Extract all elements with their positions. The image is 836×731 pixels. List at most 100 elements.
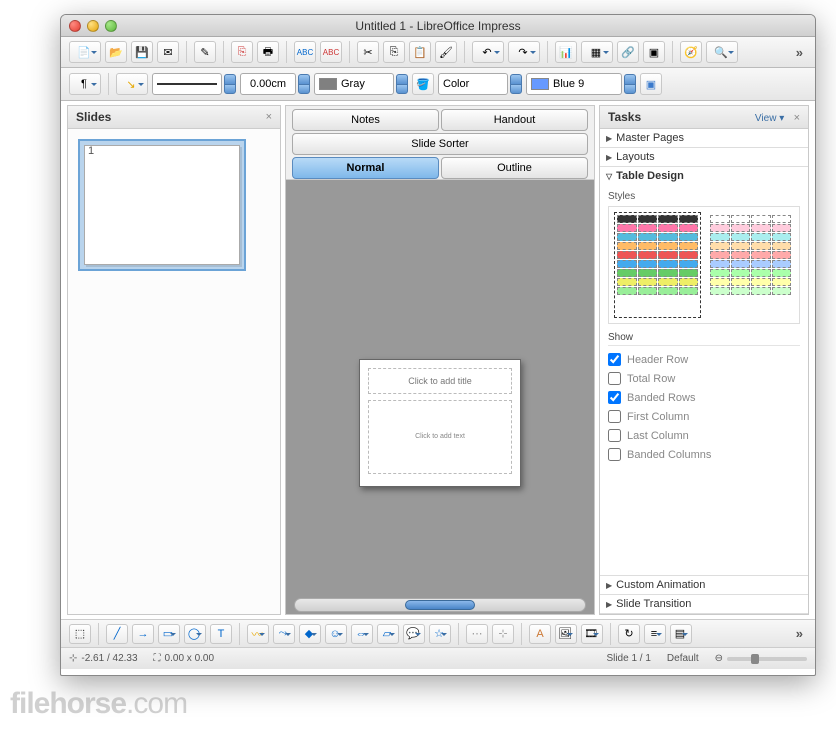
section-table-design[interactable]: ▽Table Design [600,167,808,185]
basic-shapes-tool[interactable]: ◆ [299,624,321,644]
tab-normal[interactable]: Normal [292,157,439,179]
fill-type-spinner[interactable] [510,74,522,94]
copy-button[interactable]: ⎘ [383,41,405,63]
slide-thumbnail[interactable]: 1 [78,139,246,271]
line-color-spinner[interactable] [396,74,408,94]
line-tool[interactable]: ╱ [106,624,128,644]
open-button[interactable]: 📂 [105,41,127,63]
spellcheck-button[interactable]: ABC [294,41,316,63]
new-button[interactable]: 📄 [69,41,101,63]
callout-tool[interactable]: 💬 [403,624,425,644]
shadow-button[interactable]: ▣ [640,73,662,95]
section-layouts[interactable]: ▶Layouts [600,148,808,166]
print-button[interactable]: 🖶 [257,41,279,63]
checkbox-last-column[interactable]: Last Column [608,426,800,445]
slide-edit-area[interactable]: Click to add title Click to add text [359,359,521,487]
table-style-option-1[interactable] [615,213,700,317]
line-width-spinner[interactable] [298,74,310,94]
checkbox-total-row[interactable]: Total Row [608,369,800,388]
section-slide-transition[interactable]: ▶Slide Transition [600,595,808,613]
gluepoints-tool[interactable]: ⊹ [492,624,514,644]
status-layout[interactable]: Default [667,653,699,664]
insert-movie-tool[interactable]: 🎞 [581,624,603,644]
line-style-selector[interactable] [152,73,222,95]
hyperlink-button[interactable]: 🔗 [617,41,639,63]
checkbox-first-column[interactable]: First Column [608,407,800,426]
edit-file-button[interactable]: ✎ [194,41,216,63]
paste-button[interactable]: 📋 [409,41,431,63]
slides-panel-close-icon[interactable]: × [266,111,272,123]
content-placeholder[interactable]: Click to add text [368,400,512,474]
rectangle-tool[interactable]: ▭ [158,624,180,644]
fontwork-tool[interactable]: A [529,624,551,644]
title-placeholder[interactable]: Click to add title [368,368,512,394]
redo-button[interactable]: ↷ [508,41,540,63]
fill-type-selector[interactable]: Color [438,73,508,95]
chart-button[interactable]: 📊 [555,41,577,63]
line-color-label: Gray [341,78,365,90]
navigator-button[interactable]: 🧭 [680,41,702,63]
select-tool[interactable]: ⬚ [69,624,91,644]
size-icon: ⛶ [154,653,161,664]
toolbar-overflow-icon[interactable]: » [792,45,807,60]
undo-button[interactable]: ↶ [472,41,504,63]
zoom-slider[interactable] [727,657,807,661]
zoom-out-icon[interactable]: ⊖ [715,653,723,664]
tab-slide-sorter[interactable]: Slide Sorter [292,133,588,155]
tab-handout[interactable]: Handout [441,109,588,131]
section-master-pages[interactable]: ▶Master Pages [600,129,808,147]
line-width-field[interactable]: 0.00cm [240,73,296,95]
email-button[interactable]: ✉ [157,41,179,63]
align-tool[interactable]: ≡ [644,624,666,644]
checkbox-banded-columns[interactable]: Banded Columns [608,445,800,464]
table-style-option-2[interactable] [708,213,793,317]
slides-panel-title: Slides [76,110,111,124]
horizontal-scrollbar[interactable] [294,598,586,612]
styles-button[interactable]: ¶ [69,73,101,95]
line-color-selector[interactable]: Gray [314,73,394,95]
fill-color-spinner[interactable] [624,74,636,94]
styles-label: Styles [608,191,800,202]
tasks-view-menu[interactable]: View ▾ [755,113,784,124]
flowchart-tool[interactable]: ▱ [377,624,399,644]
titlebar[interactable]: Untitled 1 - LibreOffice Impress [61,15,815,37]
connector-tool[interactable]: ⤳ [273,624,295,644]
tasks-panel-close-icon[interactable]: × [794,112,800,124]
bucket-fill-button[interactable]: 🪣 [412,73,434,95]
slide-list[interactable]: 1 [68,129,280,614]
autospell-button[interactable]: ABC [320,41,342,63]
section-custom-animation[interactable]: ▶Custom Animation [600,576,808,594]
table-button[interactable]: ▦ [581,41,613,63]
checkbox-header-row[interactable]: Header Row [608,350,800,369]
cut-button[interactable]: ✂ [357,41,379,63]
rotate-tool[interactable]: ↻ [618,624,640,644]
slide-canvas[interactable]: Click to add title Click to add text [286,180,594,614]
zoom-controls[interactable]: ⊖ [715,653,807,664]
drawing-toolbar-overflow-icon[interactable]: » [792,626,807,641]
block-arrows-tool[interactable]: ⇔ [351,624,373,644]
insert-image-tool[interactable]: 🖼 [555,624,577,644]
export-pdf-button[interactable]: ⎘ [231,41,253,63]
save-button[interactable]: 💾 [131,41,153,63]
arrow-style-button[interactable]: ↘ [116,73,148,95]
arrange-tool[interactable]: ▤ [670,624,692,644]
slides-panel: Slides × 1 [67,105,281,615]
presentation-button[interactable]: ▣ [643,41,665,63]
slides-panel-header: Slides × [68,106,280,129]
curve-tool[interactable]: 〰 [247,624,269,644]
format-paintbrush-button[interactable]: 🖌 [435,41,457,63]
stars-tool[interactable]: ☆ [429,624,451,644]
tab-outline[interactable]: Outline [441,157,588,179]
fill-color-selector[interactable]: Blue 9 [526,73,622,95]
line-style-spinner[interactable] [224,74,236,94]
zoom-button[interactable]: 🔍 [706,41,738,63]
symbol-shapes-tool[interactable]: ☺ [325,624,347,644]
text-tool[interactable]: T [210,624,232,644]
points-tool[interactable]: ⋯ [466,624,488,644]
zoom-knob[interactable] [751,654,759,664]
arrow-tool[interactable]: → [132,624,154,644]
scrollbar-thumb[interactable] [405,600,475,610]
checkbox-banded-rows[interactable]: Banded Rows [608,388,800,407]
ellipse-tool[interactable]: ◯ [184,624,206,644]
tab-notes[interactable]: Notes [292,109,439,131]
